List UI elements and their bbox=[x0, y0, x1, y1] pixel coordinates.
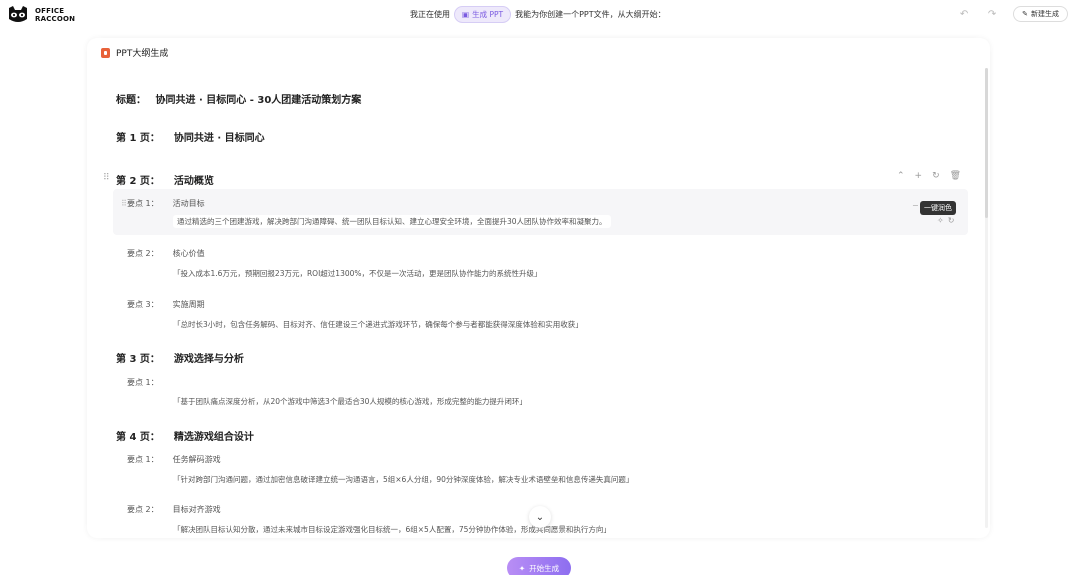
page-label: 第 4 页： bbox=[116, 432, 160, 443]
page-title[interactable]: 活动概览 bbox=[174, 172, 214, 187]
point-highlight-row bbox=[113, 189, 968, 235]
page-2: ⠿ 第 2 页： 活动概览 bbox=[103, 172, 214, 187]
point-label: 要点 1： bbox=[127, 378, 159, 387]
point-desc-text[interactable]: 通过精选的三个团建游戏，解决跨部门沟通障碍、统一团队目标认知、建立心理安全环境，… bbox=[173, 215, 611, 228]
page-title[interactable]: 游戏选择与分析 bbox=[174, 350, 244, 365]
point-row: 要点 1： 活动目标 bbox=[127, 198, 205, 209]
point-desc[interactable]: 「针对跨部门沟通问题，通过加密信息破译建立统一沟通语言，5组×6人分组，90分钟… bbox=[173, 474, 633, 485]
outline-title: 标题： 协同共进 · 目标同心 - 30人团建活动策划方案 bbox=[116, 91, 361, 106]
page-title[interactable]: 精选游戏组合设计 bbox=[174, 428, 254, 443]
logo-line-2: RACCOON bbox=[35, 15, 76, 23]
ppt-file-icon bbox=[101, 47, 110, 58]
drag-handle-icon[interactable]: ⠿ bbox=[121, 199, 127, 208]
point-title[interactable]: 实施周期 bbox=[173, 299, 205, 310]
start-generation-button[interactable]: ✦ 开始生成 bbox=[507, 557, 571, 575]
page-4: 第 4 页： 精选游戏组合设计 bbox=[116, 428, 254, 443]
logo-text: OFFICE RACCOON bbox=[35, 7, 75, 23]
page-label: 第 3 页： bbox=[116, 354, 160, 365]
point-label: 要点 2： bbox=[127, 249, 159, 258]
point-label: 要点 1： bbox=[127, 199, 159, 208]
card-header-title: PPT大纲生成 bbox=[116, 49, 169, 59]
ppt-icon: ▣ bbox=[462, 10, 470, 19]
scrollbar-thumb[interactable] bbox=[985, 68, 988, 218]
point-row: 要点 2： 目标对齐游戏 bbox=[127, 504, 221, 515]
start-generation-label: 开始生成 bbox=[529, 563, 560, 573]
point-desc[interactable]: 「总时长3小时，包含任务解码、目标对齐、信任建设三个递进式游戏环节，确保每个参与… bbox=[173, 319, 583, 330]
page-actions: ⌃ + ↻ 🗑 bbox=[897, 171, 961, 181]
page-3: 第 3 页： 游戏选择与分析 bbox=[116, 350, 244, 365]
redo-arrow-icon[interactable]: ↷ bbox=[985, 9, 999, 20]
logo: OFFICE RACCOON bbox=[6, 5, 75, 25]
point-title[interactable]: 目标对齐游戏 bbox=[173, 504, 221, 515]
point-title[interactable]: 任务解码游戏 bbox=[173, 454, 221, 465]
outline-card: PPT大纲生成 标题： 协同共进 · 目标同心 - 30人团建活动策划方案 第 … bbox=[87, 38, 990, 538]
scroll-down-button[interactable]: ⌄ bbox=[529, 506, 551, 528]
refresh-icon[interactable]: ↻ bbox=[932, 171, 940, 181]
page-label: 第 2 页： bbox=[116, 176, 160, 187]
point-label: 要点 3： bbox=[127, 300, 159, 309]
sparkle-icon: ✦ bbox=[518, 563, 526, 573]
page-title[interactable]: 协同共进 · 目标同心 bbox=[174, 129, 265, 144]
mode-suffix: 我能为你创建一个PPT文件，从大纲开始： bbox=[515, 10, 666, 19]
mode-indicator: 我正在使用 ▣ 生成 PPT 我能为你创建一个PPT文件，从大纲开始： bbox=[410, 6, 666, 23]
point-label: 要点 1： bbox=[127, 455, 159, 464]
point-title[interactable]: 活动目标 bbox=[173, 198, 205, 209]
mode-prefix: 我正在使用 bbox=[410, 10, 450, 19]
logo-line-1: OFFICE bbox=[35, 7, 65, 15]
plus-icon[interactable]: + bbox=[915, 171, 923, 181]
page-label: 第 1 页： bbox=[116, 133, 160, 144]
raccoon-logo-icon bbox=[6, 5, 30, 25]
point-ai-actions: ✧ ↻ bbox=[937, 216, 954, 225]
top-right-controls: ↶ ↷ ✎ 新建生成 bbox=[957, 6, 1068, 22]
point-row: 要点 1： 任务解码游戏 bbox=[127, 454, 221, 465]
drag-handle-icon[interactable]: ⠿ bbox=[103, 173, 110, 183]
title-label: 标题： bbox=[116, 95, 146, 106]
chevron-down-icon: ⌄ bbox=[535, 511, 545, 523]
ppt-mode-label: 生成 PPT bbox=[472, 10, 504, 19]
refresh-icon[interactable]: ↻ bbox=[948, 216, 955, 225]
top-bar: OFFICE RACCOON 我正在使用 ▣ 生成 PPT 我能为你创建一个PP… bbox=[0, 0, 1080, 32]
chevron-up-icon[interactable]: ⌃ bbox=[897, 171, 905, 181]
point-label: 要点 2： bbox=[127, 505, 159, 514]
polish-tooltip: 一键润色 bbox=[920, 201, 956, 215]
minus-icon[interactable]: − bbox=[912, 201, 919, 210]
point-row: 要点 1： bbox=[127, 377, 173, 388]
edit-icon: ✎ bbox=[1022, 10, 1028, 18]
undo-arrow-icon[interactable]: ↶ bbox=[957, 9, 971, 20]
point-desc[interactable]: 「基于团队痛点深度分析，从20个游戏中筛选3个最适合30人规模的核心游戏，形成完… bbox=[173, 396, 527, 407]
card-header: PPT大纲生成 bbox=[101, 46, 168, 59]
point-title[interactable]: 核心价值 bbox=[173, 248, 205, 259]
point-desc[interactable]: 通过精选的三个团建游戏，解决跨部门沟通障碍、统一团队目标认知、建立心理安全环境，… bbox=[173, 215, 611, 228]
trash-icon[interactable]: 🗑 bbox=[950, 171, 961, 181]
point-desc[interactable]: 「投入成本1.6万元，预期回报23万元，ROI超过1300%，不仅是一次活动，更… bbox=[173, 268, 542, 279]
point-row: 要点 2： 核心价值 bbox=[127, 248, 205, 259]
new-generation-button[interactable]: ✎ 新建生成 bbox=[1013, 6, 1068, 22]
magic-wand-icon[interactable]: ✧ bbox=[937, 216, 944, 225]
ppt-mode-pill[interactable]: ▣ 生成 PPT bbox=[454, 6, 512, 23]
point-row: 要点 3： 实施周期 bbox=[127, 299, 205, 310]
title-value[interactable]: 协同共进 · 目标同心 - 30人团建活动策划方案 bbox=[155, 95, 361, 106]
page-1: 第 1 页： 协同共进 · 目标同心 bbox=[116, 129, 265, 144]
new-generation-label: 新建生成 bbox=[1031, 10, 1059, 18]
